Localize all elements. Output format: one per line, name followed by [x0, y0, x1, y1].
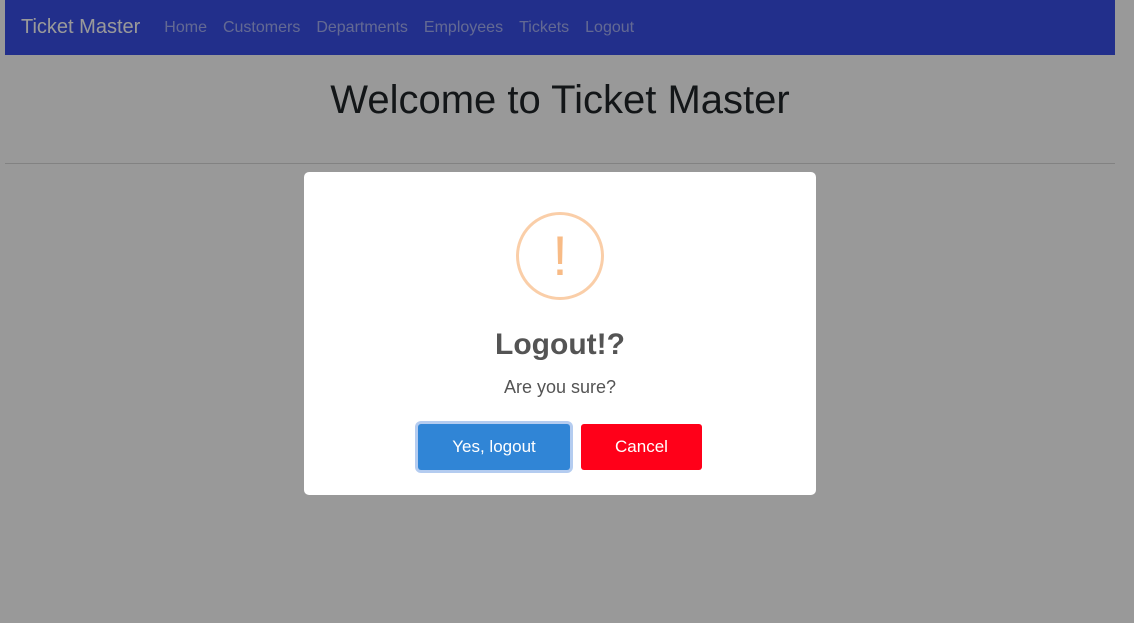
cancel-button[interactable]: Cancel	[581, 424, 702, 470]
logout-confirm-dialog: ! Logout!? Are you sure? Yes, logout Can…	[304, 172, 816, 495]
dialog-title: Logout!?	[495, 328, 625, 361]
confirm-logout-button[interactable]: Yes, logout	[418, 424, 570, 470]
dialog-text: Are you sure?	[503, 377, 617, 397]
page: Ticket Master Home Customers Departments…	[0, 0, 1134, 623]
exclamation-mark: !	[552, 224, 568, 287]
warning-icon: !	[516, 212, 604, 300]
